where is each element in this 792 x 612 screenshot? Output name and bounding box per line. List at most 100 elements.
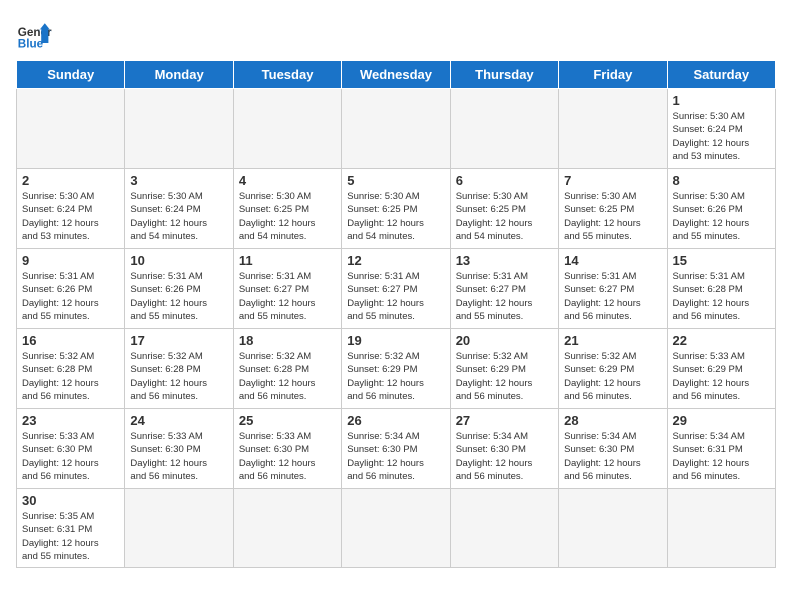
date-number: 2 (22, 173, 119, 188)
cell-info: Sunrise: 5:30 AM Sunset: 6:24 PM Dayligh… (673, 110, 770, 163)
date-number: 15 (673, 253, 770, 268)
calendar-cell (233, 489, 341, 568)
cell-info: Sunrise: 5:31 AM Sunset: 6:28 PM Dayligh… (673, 270, 770, 323)
calendar-cell: 27 Sunrise: 5:34 AM Sunset: 6:30 PM Dayli… (450, 409, 558, 489)
cell-info: Sunrise: 5:35 AM Sunset: 6:31 PM Dayligh… (22, 510, 119, 563)
date-number: 25 (239, 413, 336, 428)
cell-info: Sunrise: 5:31 AM Sunset: 6:27 PM Dayligh… (347, 270, 444, 323)
day-header-saturday: Saturday (667, 61, 775, 89)
cell-info: Sunrise: 5:31 AM Sunset: 6:27 PM Dayligh… (239, 270, 336, 323)
cell-info: Sunrise: 5:33 AM Sunset: 6:29 PM Dayligh… (673, 350, 770, 403)
calendar-cell: 4Sunrise: 5:30 AM Sunset: 6:25 PM Daylig… (233, 169, 341, 249)
day-header-friday: Friday (559, 61, 667, 89)
date-number: 22 (673, 333, 770, 348)
date-number: 1 (673, 93, 770, 108)
date-number: 13 (456, 253, 553, 268)
cell-info: Sunrise: 5:32 AM Sunset: 6:28 PM Dayligh… (239, 350, 336, 403)
calendar-cell: 5 Sunrise: 5:30 AM Sunset: 6:25 PM Daylig… (342, 169, 450, 249)
cell-info: Sunrise: 5:30 AM Sunset: 6:24 PM Dayligh… (22, 190, 119, 243)
day-header-row: SundayMondayTuesdayWednesdayThursdayFrid… (17, 61, 776, 89)
cell-info: Sunrise: 5:32 AM Sunset: 6:28 PM Dayligh… (130, 350, 227, 403)
calendar-cell: 18 Sunrise: 5:32 AM Sunset: 6:28 PM Dayli… (233, 329, 341, 409)
calendar-week-1: 2 Sunrise: 5:30 AM Sunset: 6:24 PM Daylig… (17, 169, 776, 249)
calendar-cell: 16Sunrise: 5:32 AM Sunset: 6:28 PM Dayli… (17, 329, 125, 409)
date-number: 7 (564, 173, 661, 188)
cell-info: Sunrise: 5:34 AM Sunset: 6:30 PM Dayligh… (564, 430, 661, 483)
calendar-cell: 14 Sunrise: 5:31 AM Sunset: 6:27 PM Dayli… (559, 249, 667, 329)
calendar-cell: 7 Sunrise: 5:30 AM Sunset: 6:25 PM Daylig… (559, 169, 667, 249)
calendar-cell: 22 Sunrise: 5:33 AM Sunset: 6:29 PM Dayli… (667, 329, 775, 409)
calendar-cell: 11 Sunrise: 5:31 AM Sunset: 6:27 PM Dayli… (233, 249, 341, 329)
date-number: 12 (347, 253, 444, 268)
cell-info: Sunrise: 5:30 AM Sunset: 6:25 PM Dayligh… (456, 190, 553, 243)
calendar-cell: 23 Sunrise: 5:33 AM Sunset: 6:30 PM Dayli… (17, 409, 125, 489)
date-number: 9 (22, 253, 119, 268)
date-number: 11 (239, 253, 336, 268)
calendar-week-2: 9 Sunrise: 5:31 AM Sunset: 6:26 PM Daylig… (17, 249, 776, 329)
calendar-cell (342, 89, 450, 169)
page-header: General Blue (16, 16, 776, 52)
date-number: 26 (347, 413, 444, 428)
date-number: 27 (456, 413, 553, 428)
date-number: 19 (347, 333, 444, 348)
date-number: 28 (564, 413, 661, 428)
calendar-cell: 26Sunrise: 5:34 AM Sunset: 6:30 PM Dayli… (342, 409, 450, 489)
day-header-tuesday: Tuesday (233, 61, 341, 89)
calendar-cell (17, 89, 125, 169)
calendar-week-4: 23 Sunrise: 5:33 AM Sunset: 6:30 PM Dayli… (17, 409, 776, 489)
cell-info: Sunrise: 5:33 AM Sunset: 6:30 PM Dayligh… (22, 430, 119, 483)
generalblue-logo-icon: General Blue (16, 16, 52, 52)
calendar-cell (450, 489, 558, 568)
calendar-cell: 25 Sunrise: 5:33 AM Sunset: 6:30 PM Dayli… (233, 409, 341, 489)
calendar-cell: 13Sunrise: 5:31 AM Sunset: 6:27 PM Dayli… (450, 249, 558, 329)
logo-area: General Blue (16, 16, 56, 52)
date-number: 17 (130, 333, 227, 348)
calendar-cell: 3 Sunrise: 5:30 AM Sunset: 6:24 PM Daylig… (125, 169, 233, 249)
date-number: 18 (239, 333, 336, 348)
date-number: 4 (239, 173, 336, 188)
date-number: 3 (130, 173, 227, 188)
calendar-cell: 29Sunrise: 5:34 AM Sunset: 6:31 PM Dayli… (667, 409, 775, 489)
cell-info: Sunrise: 5:30 AM Sunset: 6:25 PM Dayligh… (564, 190, 661, 243)
date-number: 20 (456, 333, 553, 348)
calendar-cell (559, 489, 667, 568)
calendar-week-5: 30Sunrise: 5:35 AM Sunset: 6:31 PM Dayli… (17, 489, 776, 568)
date-number: 16 (22, 333, 119, 348)
calendar-cell (233, 89, 341, 169)
cell-info: Sunrise: 5:33 AM Sunset: 6:30 PM Dayligh… (239, 430, 336, 483)
date-number: 23 (22, 413, 119, 428)
calendar-cell: 30Sunrise: 5:35 AM Sunset: 6:31 PM Dayli… (17, 489, 125, 568)
calendar-cell (125, 89, 233, 169)
calendar-cell: 19 Sunrise: 5:32 AM Sunset: 6:29 PM Dayli… (342, 329, 450, 409)
cell-info: Sunrise: 5:34 AM Sunset: 6:30 PM Dayligh… (456, 430, 553, 483)
day-header-thursday: Thursday (450, 61, 558, 89)
date-number: 21 (564, 333, 661, 348)
calendar-cell (667, 489, 775, 568)
calendar-cell: 21Sunrise: 5:32 AM Sunset: 6:29 PM Dayli… (559, 329, 667, 409)
date-number: 6 (456, 173, 553, 188)
cell-info: Sunrise: 5:31 AM Sunset: 6:26 PM Dayligh… (22, 270, 119, 323)
cell-info: Sunrise: 5:30 AM Sunset: 6:25 PM Dayligh… (347, 190, 444, 243)
calendar-cell (342, 489, 450, 568)
calendar-cell: 2 Sunrise: 5:30 AM Sunset: 6:24 PM Daylig… (17, 169, 125, 249)
date-number: 5 (347, 173, 444, 188)
cell-info: Sunrise: 5:30 AM Sunset: 6:24 PM Dayligh… (130, 190, 227, 243)
cell-info: Sunrise: 5:34 AM Sunset: 6:31 PM Dayligh… (673, 430, 770, 483)
day-header-wednesday: Wednesday (342, 61, 450, 89)
day-header-monday: Monday (125, 61, 233, 89)
calendar-cell: 9 Sunrise: 5:31 AM Sunset: 6:26 PM Daylig… (17, 249, 125, 329)
cell-info: Sunrise: 5:32 AM Sunset: 6:29 PM Dayligh… (347, 350, 444, 403)
calendar-cell (125, 489, 233, 568)
calendar-week-0: 1 Sunrise: 5:30 AM Sunset: 6:24 PM Daylig… (17, 89, 776, 169)
calendar-cell: 8Sunrise: 5:30 AM Sunset: 6:26 PM Daylig… (667, 169, 775, 249)
calendar-week-3: 16 Sunrise: 5:32 AM Sunset: 6:28 PM Dayli… (17, 329, 776, 409)
date-number: 14 (564, 253, 661, 268)
cell-info: Sunrise: 5:31 AM Sunset: 6:27 PM Dayligh… (564, 270, 661, 323)
calendar-table: SundayMondayTuesdayWednesdayThursdayFrid… (16, 60, 776, 568)
calendar-cell: 28 Sunrise: 5:34 AM Sunset: 6:30 PM Dayli… (559, 409, 667, 489)
calendar-cell: 1 Sunrise: 5:30 AM Sunset: 6:24 PM Daylig… (667, 89, 775, 169)
calendar-cell: 17 Sunrise: 5:32 AM Sunset: 6:28 PM Dayli… (125, 329, 233, 409)
calendar-cell (450, 89, 558, 169)
calendar-cell: 12 Sunrise: 5:31 AM Sunset: 6:27 PM Dayli… (342, 249, 450, 329)
svg-text:Blue: Blue (18, 38, 44, 51)
